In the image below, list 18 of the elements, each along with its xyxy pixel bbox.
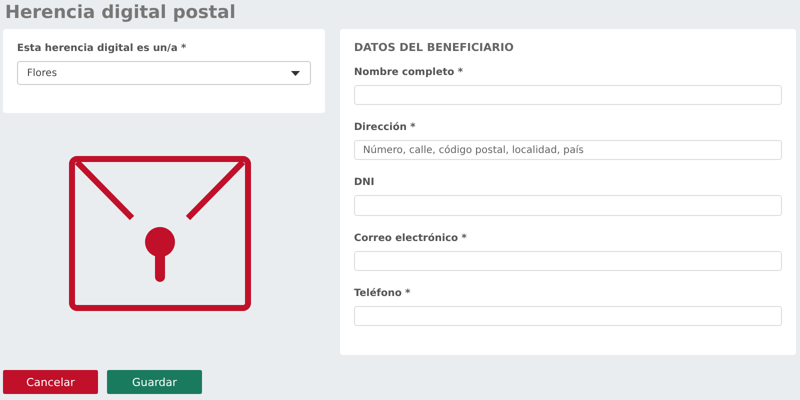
envelope-keyhole-icon — [69, 156, 251, 311]
input-field[interactable] — [354, 195, 782, 216]
input-field[interactable] — [354, 85, 782, 106]
field-label: Dirección * — [354, 122, 416, 134]
save-button[interactable]: Guardar — [107, 370, 202, 394]
input-field[interactable] — [354, 306, 782, 326]
caret-icon — [291, 70, 300, 76]
field-label: DNI — [354, 177, 376, 188]
input-field[interactable]: Número, calle, código postal, localidad, país — [354, 140, 782, 160]
section-heading: DATOS DEL BENEFICIARIO — [354, 41, 515, 54]
cancel-button[interactable]: Cancelar — [3, 370, 98, 394]
field-label: Correo electrónico * — [354, 232, 468, 244]
field-label: Nombre completo * — [354, 67, 464, 78]
input-field[interactable] — [354, 250, 782, 271]
field-label: Esta herencia digital es un/a * — [17, 43, 188, 54]
field-label: Teléfono * — [354, 288, 412, 299]
page-title: Herencia digital postal — [4, 1, 237, 25]
type-dropdown[interactable]: Flores — [17, 61, 311, 85]
